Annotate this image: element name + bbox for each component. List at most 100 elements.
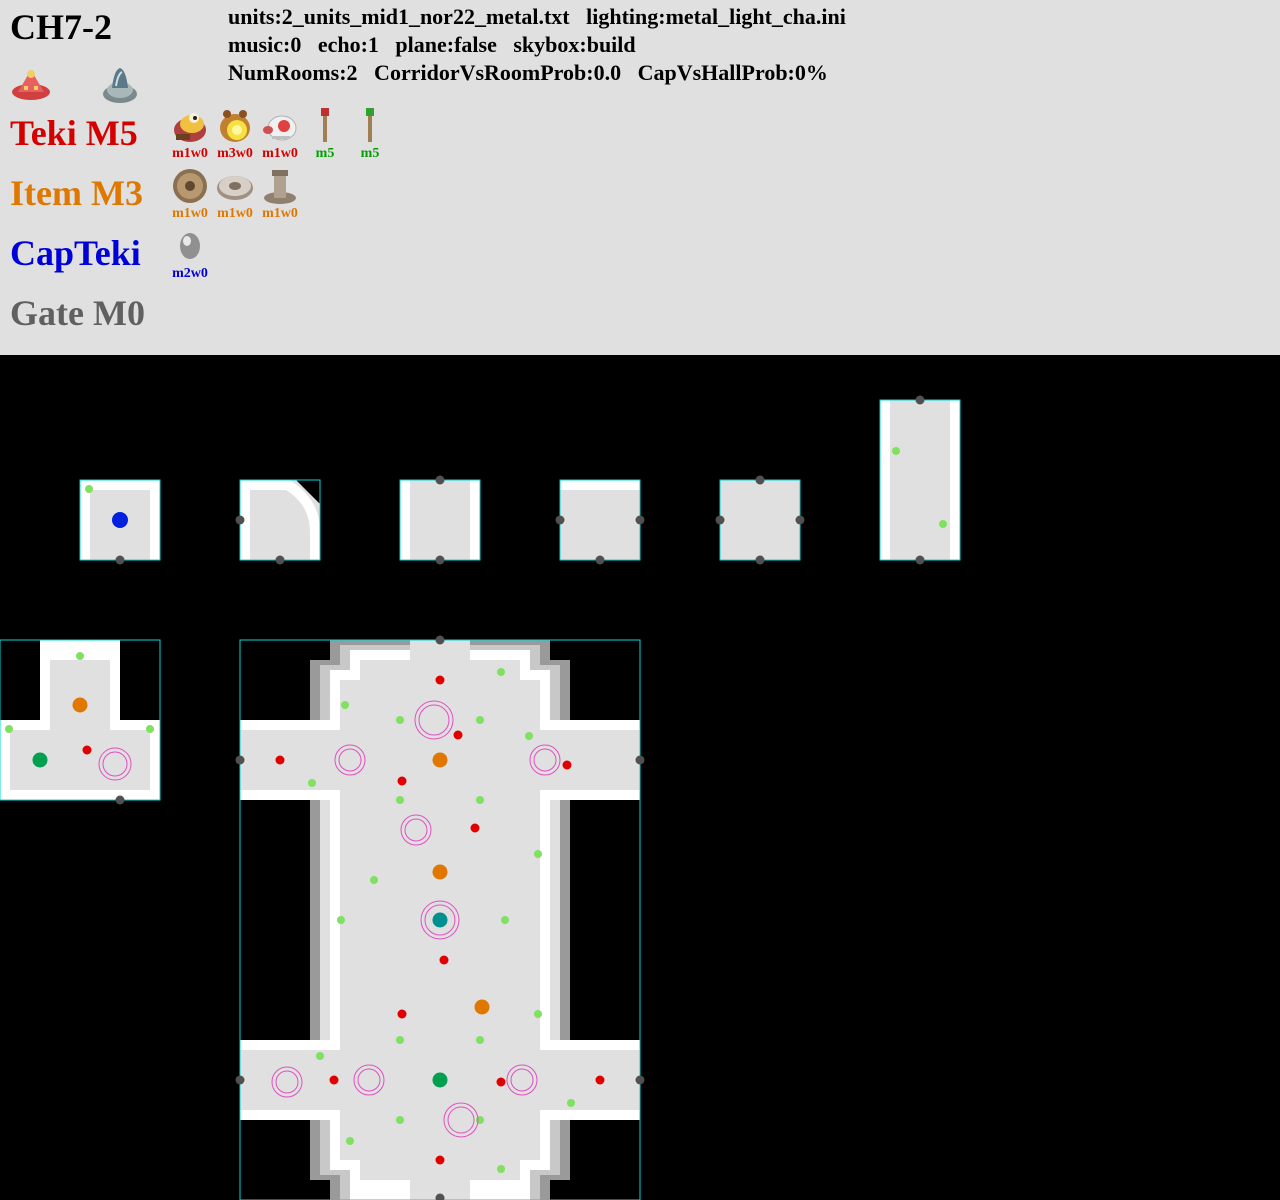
start-marker bbox=[112, 512, 128, 528]
treasure-spawn-marker bbox=[432, 864, 448, 880]
bulborb-icon bbox=[174, 113, 206, 142]
plant-spawn-marker bbox=[534, 1010, 542, 1018]
plant-spawn-marker bbox=[396, 796, 404, 804]
enemy-spawn-marker bbox=[439, 955, 449, 965]
door-marker bbox=[115, 555, 125, 565]
plant-spawn-marker bbox=[525, 732, 533, 740]
door-marker bbox=[235, 1075, 245, 1085]
entity-code: m1w0 bbox=[172, 146, 208, 161]
plant-spawn-marker bbox=[497, 668, 505, 676]
teki-entity: m1w0 bbox=[168, 106, 212, 162]
door-marker bbox=[555, 515, 565, 525]
door-marker bbox=[915, 395, 925, 405]
unit-small-room bbox=[0, 639, 161, 805]
treasure-spawn-marker bbox=[432, 752, 448, 768]
entity-code: m1w0 bbox=[262, 206, 298, 221]
info-line-rooms: NumRooms:2 CorridorVsRoomProb:0.0 CapVsH… bbox=[228, 60, 828, 85]
plant-spawn-marker bbox=[85, 485, 93, 493]
green-clover-icon bbox=[366, 108, 374, 142]
plant-spawn-marker bbox=[497, 1165, 505, 1173]
plant-spawn-marker bbox=[337, 916, 345, 924]
plant-spawn-marker bbox=[501, 916, 509, 924]
hole-marker bbox=[432, 1072, 448, 1088]
level-info-panel: CH7-2 units:2_units_mid1_nor22_metal.txt… bbox=[0, 0, 1280, 355]
plant-spawn-marker bbox=[396, 1036, 404, 1044]
teki-entity: m5 bbox=[348, 106, 392, 162]
red-candypop-bud-icon bbox=[321, 108, 329, 142]
plant-spawn-marker bbox=[396, 716, 404, 724]
entity-code: m1w0 bbox=[217, 206, 253, 221]
geyser-marker bbox=[432, 912, 448, 928]
entity-code: m5 bbox=[360, 146, 380, 161]
egg-icon bbox=[180, 233, 200, 259]
item-category-label: Item M3 bbox=[10, 173, 143, 213]
door-marker bbox=[635, 515, 645, 525]
door-marker bbox=[715, 515, 725, 525]
gate-category-label: Gate M0 bbox=[10, 293, 145, 333]
geyser-icon bbox=[103, 68, 137, 103]
egg-bulb-icon bbox=[263, 115, 297, 141]
enemy-spawn-marker bbox=[470, 823, 480, 833]
enemy-spawn-marker bbox=[397, 1009, 407, 1019]
plant-spawn-marker bbox=[308, 779, 316, 787]
unit-crossroad bbox=[715, 475, 805, 565]
teki-entity: m3w0 bbox=[213, 106, 257, 162]
door-marker bbox=[595, 555, 605, 565]
plant-spawn-marker bbox=[396, 1116, 404, 1124]
plant-spawn-marker bbox=[346, 1137, 354, 1145]
entity-code: m2w0 bbox=[172, 266, 208, 281]
unit-start-cap bbox=[79, 479, 161, 565]
hole-marker bbox=[32, 752, 48, 768]
nut-treasure-icon bbox=[217, 176, 253, 200]
plant-spawn-marker bbox=[316, 1052, 324, 1060]
teki-entity: m5 bbox=[303, 106, 347, 162]
plant-spawn-marker bbox=[476, 1036, 484, 1044]
teki-category-label: Teki M5 bbox=[10, 113, 138, 153]
teki-entity: m1w0 bbox=[258, 106, 302, 162]
plant-spawn-marker bbox=[476, 716, 484, 724]
capteki-category-label: CapTeki bbox=[10, 233, 141, 273]
door-marker bbox=[755, 475, 765, 485]
unit-t-junction bbox=[555, 479, 645, 565]
ship-pod-icon bbox=[12, 70, 50, 100]
entity-code: m5 bbox=[315, 146, 335, 161]
entity-code: m1w0 bbox=[262, 146, 298, 161]
enemy-spawn-marker bbox=[82, 745, 92, 755]
unit-corridor-long bbox=[879, 395, 961, 565]
unit-corner bbox=[235, 479, 321, 565]
door-marker bbox=[755, 555, 765, 565]
enemy-spawn-marker bbox=[275, 755, 285, 765]
plant-spawn-marker bbox=[567, 1099, 575, 1107]
plant-spawn-marker bbox=[939, 520, 947, 528]
door-marker bbox=[635, 1075, 645, 1085]
item-entity: m1w0 bbox=[213, 166, 257, 222]
enemy-spawn-marker bbox=[496, 1077, 506, 1087]
plant-spawn-marker bbox=[476, 1116, 484, 1124]
door-marker bbox=[115, 795, 125, 805]
gear-treasure-icon bbox=[173, 169, 207, 203]
enemy-spawn-marker bbox=[453, 730, 463, 740]
plant-spawn-marker bbox=[146, 725, 154, 733]
enemy-spawn-marker bbox=[595, 1075, 605, 1085]
info-line-units-lighting: units:2_units_mid1_nor22_metal.txt light… bbox=[228, 4, 846, 29]
plant-spawn-marker bbox=[341, 701, 349, 709]
enemy-spawn-marker bbox=[562, 760, 572, 770]
plant-spawn-marker bbox=[76, 652, 84, 660]
treasure-spawn-marker bbox=[72, 697, 88, 713]
door-marker bbox=[795, 515, 805, 525]
item-entity: m1w0 bbox=[168, 166, 212, 222]
enemy-spawn-marker bbox=[397, 776, 407, 786]
iridescent-flint-beetle-icon bbox=[220, 110, 250, 142]
info-line-music-echo: music:0 echo:1 plane:false skybox:build bbox=[228, 32, 636, 57]
enemy-spawn-marker bbox=[435, 1155, 445, 1165]
enemy-spawn-marker bbox=[435, 675, 445, 685]
door-marker bbox=[235, 755, 245, 765]
item-entity: m1w0 bbox=[258, 166, 302, 222]
door-marker bbox=[635, 755, 645, 765]
plant-spawn-marker bbox=[534, 850, 542, 858]
capteki-entity: m2w0 bbox=[168, 226, 212, 282]
door-marker bbox=[435, 555, 445, 565]
entity-code: m1w0 bbox=[172, 206, 208, 221]
door-marker bbox=[235, 515, 245, 525]
plant-spawn-marker bbox=[892, 447, 900, 455]
